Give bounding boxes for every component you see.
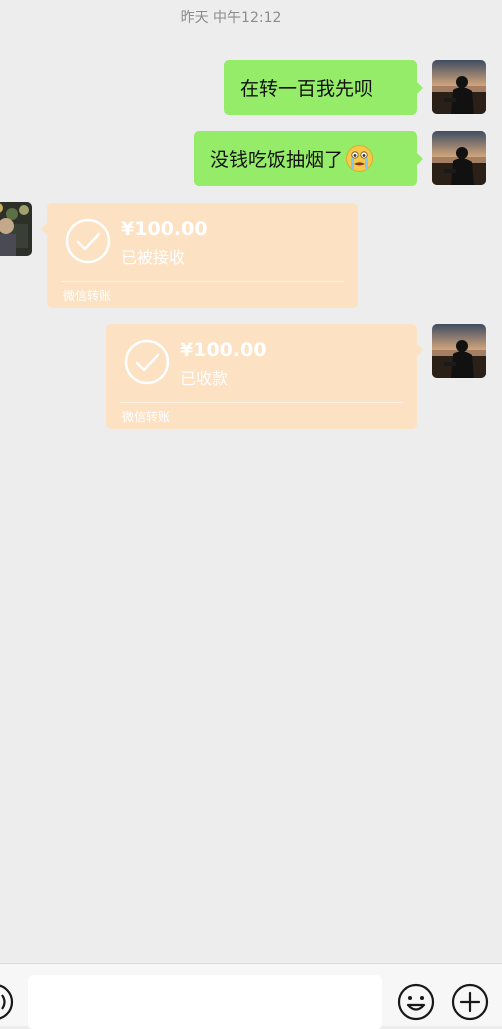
crying-face-emoji <box>345 144 374 173</box>
message-text: 没钱吃饭抽烟了 <box>210 149 344 171</box>
voice-icon[interactable] <box>0 983 14 1021</box>
message-input[interactable] <box>28 975 382 1029</box>
input-bar <box>0 963 502 1029</box>
message-bubble-sent[interactable]: 在转一百我先呗 <box>224 60 423 115</box>
plus-icon[interactable] <box>451 983 489 1021</box>
transfer-amount: ¥100.00 <box>121 218 208 240</box>
my-avatar[interactable] <box>432 131 486 185</box>
chat-timestamp: 昨天 中午12:12 <box>180 10 282 26</box>
transfer-status: 已被接收 <box>121 248 186 267</box>
transfer-status: 已收款 <box>180 369 229 388</box>
my-avatar[interactable] <box>432 60 486 114</box>
my-avatar[interactable] <box>432 324 486 378</box>
transfer-label: 微信转账 <box>122 410 171 424</box>
contact-avatar[interactable] <box>0 202 32 256</box>
transfer-card-received[interactable]: ¥100.00 已被接收 微信转账 <box>41 203 358 308</box>
divider <box>61 281 344 282</box>
check-circle-icon <box>124 339 170 385</box>
message-text: 在转一百我先呗 <box>240 78 374 100</box>
transfer-card-sent[interactable]: ¥100.00 已收款 微信转账 <box>106 324 423 429</box>
transfer-amount: ¥100.00 <box>180 339 267 361</box>
transfer-label: 微信转账 <box>63 289 112 303</box>
emoji-icon[interactable] <box>397 983 435 1021</box>
message-bubble-sent[interactable]: 没钱吃饭抽烟了 <box>194 131 423 186</box>
check-circle-icon <box>65 218 111 264</box>
divider <box>120 402 403 403</box>
